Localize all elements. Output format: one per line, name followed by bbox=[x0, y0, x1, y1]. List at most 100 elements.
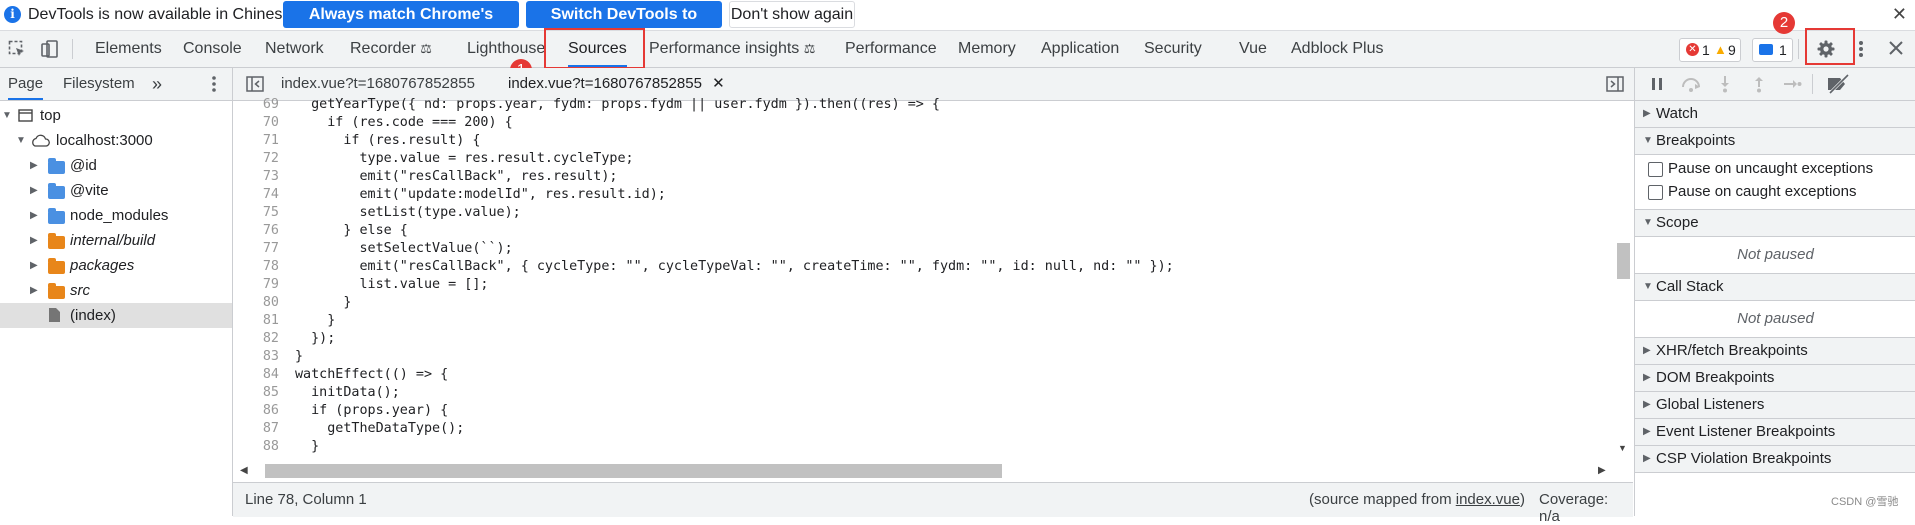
code-line[interactable]: 75 setList(type.value); bbox=[233, 204, 1613, 222]
csp-violation-breakpoints-section-header[interactable]: ▶ CSP Violation Breakpoints bbox=[1635, 446, 1915, 473]
messages-counter[interactable]: 1 bbox=[1752, 38, 1793, 62]
line-number[interactable]: 86 bbox=[233, 402, 279, 420]
tab-security[interactable]: Security bbox=[1144, 31, 1202, 67]
line-number[interactable]: 71 bbox=[233, 132, 279, 150]
toggle-debugger-icon[interactable] bbox=[1606, 76, 1624, 92]
line-number[interactable]: 87 bbox=[233, 420, 279, 438]
code-line[interactable]: 84 watchEffect(() => { bbox=[233, 366, 1613, 384]
close-tab-icon[interactable]: ✕ bbox=[712, 75, 725, 92]
tree-item-folder[interactable]: ▶ node_modules bbox=[0, 203, 232, 228]
switch-to-chinese-button[interactable]: Switch DevTools to Chinese bbox=[526, 1, 722, 50]
tree-item-index[interactable]: (index) bbox=[0, 303, 232, 328]
code-line[interactable]: 82 }); bbox=[233, 330, 1613, 348]
toggle-navigator-icon[interactable] bbox=[246, 76, 264, 92]
line-number[interactable]: 75 bbox=[233, 204, 279, 222]
scroll-right-arrow-icon[interactable]: ▶ bbox=[1598, 465, 1606, 476]
code-line[interactable]: 71 if (res.result) { bbox=[233, 132, 1613, 150]
tab-lighthouse[interactable]: Lighthouse bbox=[467, 31, 545, 67]
tree-item-folder[interactable]: ▶ packages bbox=[0, 253, 232, 278]
pause-uncaught-checkbox[interactable] bbox=[1648, 162, 1663, 177]
tab-vue[interactable]: Vue bbox=[1239, 31, 1267, 67]
global-listeners-section-header[interactable]: ▶ Global Listeners bbox=[1635, 392, 1915, 419]
code-line[interactable]: 78 emit("resCallBack", { cycleType: "", … bbox=[233, 258, 1613, 276]
line-number[interactable]: 73 bbox=[233, 168, 279, 186]
scope-section-header[interactable]: ▼ Scope bbox=[1635, 210, 1915, 237]
navigator-tab-page[interactable]: Page bbox=[8, 68, 44, 100]
scroll-down-arrow-icon[interactable]: ▼ bbox=[1618, 443, 1627, 453]
code-line[interactable]: 87 getTheDataType(); bbox=[233, 420, 1613, 438]
step-over-icon[interactable] bbox=[1680, 76, 1702, 92]
inspect-element-icon[interactable] bbox=[8, 40, 26, 58]
dom-breakpoints-section-header[interactable]: ▶ DOM Breakpoints bbox=[1635, 365, 1915, 392]
code-line[interactable]: 88 } bbox=[233, 438, 1613, 456]
line-number[interactable]: 77 bbox=[233, 240, 279, 258]
code-line[interactable]: 73 emit("resCallBack", res.result); bbox=[233, 168, 1613, 186]
line-number[interactable]: 81 bbox=[233, 312, 279, 330]
issues-counter[interactable]: ✕ 1 ▲ 9 bbox=[1679, 38, 1741, 62]
tab-network[interactable]: Network bbox=[265, 31, 324, 67]
tab-adblock-plus[interactable]: Adblock Plus bbox=[1291, 31, 1384, 67]
line-number[interactable]: 82 bbox=[233, 330, 279, 348]
code-line[interactable]: 77 setSelectValue(``); bbox=[233, 240, 1613, 258]
tab-performance[interactable]: Performance bbox=[845, 31, 937, 67]
breakpoints-section-header[interactable]: ▼ Breakpoints bbox=[1635, 128, 1915, 155]
tree-item-folder[interactable]: ▶ internal/build bbox=[0, 228, 232, 253]
code-line[interactable]: 79 list.value = []; bbox=[233, 276, 1613, 294]
code-line[interactable]: 69 getYearType({ nd: props.year, fydm: p… bbox=[233, 96, 1613, 114]
tree-item-top[interactable]: ▼ top bbox=[0, 103, 232, 128]
close-devtools-icon[interactable] bbox=[1888, 40, 1904, 56]
code-line[interactable]: 86 if (props.year) { bbox=[233, 402, 1613, 420]
code-line[interactable]: 80 } bbox=[233, 294, 1613, 312]
step-into-icon[interactable] bbox=[1718, 75, 1732, 93]
code-line[interactable]: 70 if (res.code === 200) { bbox=[233, 114, 1613, 132]
code-line[interactable]: 83} bbox=[233, 348, 1613, 366]
code-line[interactable]: 81 } bbox=[233, 312, 1613, 330]
device-toolbar-icon[interactable] bbox=[40, 39, 60, 59]
deactivate-breakpoints-icon[interactable] bbox=[1826, 74, 1850, 94]
watch-section-header[interactable]: ▶ Watch bbox=[1635, 101, 1915, 128]
line-number[interactable]: 88 bbox=[233, 438, 279, 456]
line-number[interactable]: 70 bbox=[233, 114, 279, 132]
call-stack-section-header[interactable]: ▼ Call Stack bbox=[1635, 274, 1915, 301]
pause-caught-checkbox[interactable] bbox=[1648, 185, 1663, 200]
line-number[interactable]: 72 bbox=[233, 150, 279, 168]
line-number[interactable]: 85 bbox=[233, 384, 279, 402]
code-editor[interactable]: 69 getYearType({ nd: props.year, fydm: p… bbox=[233, 97, 1633, 461]
navigator-tab-filesystem[interactable]: Filesystem bbox=[63, 68, 135, 100]
tree-item-folder[interactable]: ▶ @vite bbox=[0, 178, 232, 203]
tab-recorder[interactable]: Recorder ⚖ bbox=[350, 31, 432, 67]
tab-performance-insights[interactable]: Performance insights ⚖ bbox=[649, 31, 815, 67]
code-line[interactable]: 72 type.value = res.result.cycleType; bbox=[233, 150, 1613, 168]
tree-item-folder[interactable]: ▶ src bbox=[0, 278, 232, 303]
tab-application[interactable]: Application bbox=[1041, 31, 1119, 67]
code-line[interactable]: 76 } else { bbox=[233, 222, 1613, 240]
line-number[interactable]: 69 bbox=[233, 96, 279, 114]
pause-icon[interactable] bbox=[1650, 76, 1664, 92]
more-options-icon[interactable] bbox=[1858, 39, 1864, 59]
editor-vertical-scrollbar[interactable]: ▼ bbox=[1616, 101, 1632, 461]
line-number[interactable]: 79 bbox=[233, 276, 279, 294]
horizontal-scroll-thumb[interactable] bbox=[265, 464, 1002, 478]
line-number[interactable]: 78 bbox=[233, 258, 279, 276]
dont-show-again-button[interactable]: Don't show again bbox=[729, 1, 855, 28]
line-number[interactable]: 84 bbox=[233, 366, 279, 384]
navigator-menu-icon[interactable] bbox=[211, 75, 217, 93]
scroll-left-arrow-icon[interactable]: ◀ bbox=[240, 465, 248, 476]
tab-elements[interactable]: Elements bbox=[95, 31, 162, 67]
code-line[interactable]: 74 emit("update:modelId", res.result.id)… bbox=[233, 186, 1613, 204]
event-listener-breakpoints-section-header[interactable]: ▶ Event Listener Breakpoints bbox=[1635, 419, 1915, 446]
tree-item-localhost[interactable]: ▼ localhost:3000 bbox=[0, 128, 232, 153]
tab-console[interactable]: Console bbox=[183, 31, 242, 67]
line-number[interactable]: 74 bbox=[233, 186, 279, 204]
line-number[interactable]: 80 bbox=[233, 294, 279, 312]
more-tabs-icon[interactable]: » bbox=[152, 68, 162, 100]
tree-item-folder[interactable]: ▶ @id bbox=[0, 153, 232, 178]
editor-horizontal-scrollbar[interactable]: ◀ ▶ bbox=[233, 461, 1616, 481]
tab-memory[interactable]: Memory bbox=[958, 31, 1016, 67]
close-infobar-icon[interactable]: ✕ bbox=[1892, 4, 1907, 25]
xhr-breakpoints-section-header[interactable]: ▶ XHR/fetch Breakpoints bbox=[1635, 338, 1915, 365]
source-map-link[interactable]: index.vue bbox=[1456, 491, 1520, 508]
step-out-icon[interactable] bbox=[1752, 75, 1766, 93]
code-line[interactable]: 85 initData(); bbox=[233, 384, 1613, 402]
step-icon[interactable] bbox=[1782, 76, 1802, 92]
